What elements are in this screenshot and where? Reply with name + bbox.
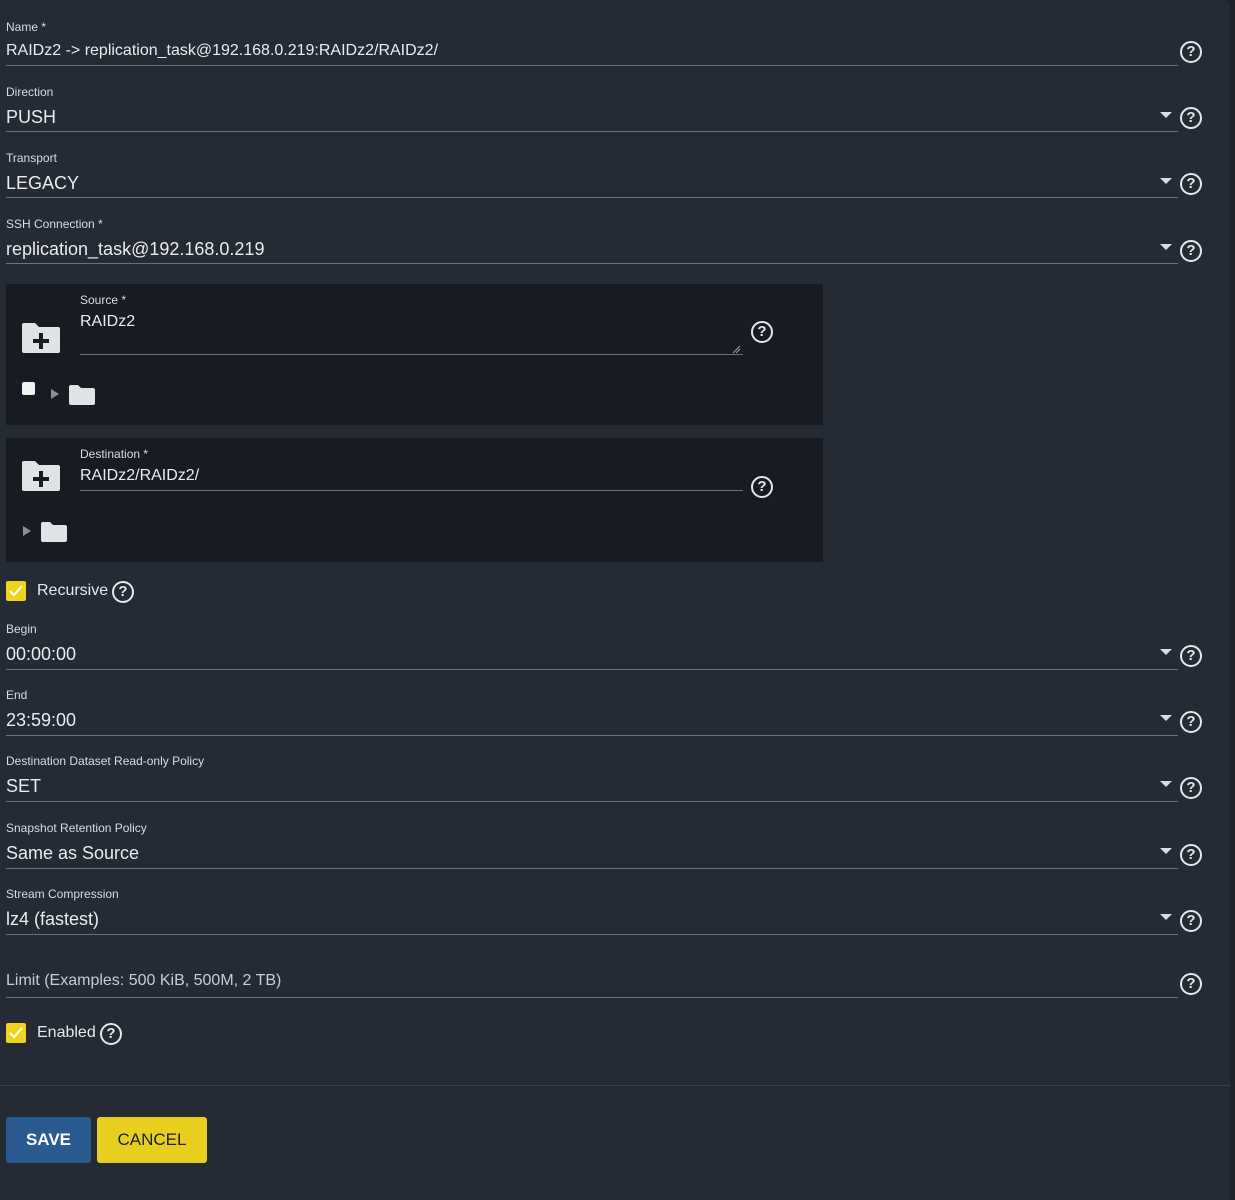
source-underline: [80, 354, 743, 355]
begin-select[interactable]: Begin 00:00:00: [6, 622, 1178, 670]
stream-compression-value: lz4 (fastest): [6, 909, 100, 929]
retention-policy-caret-down-icon[interactable]: [1160, 848, 1172, 854]
transport-value: LEGACY: [6, 173, 80, 193]
direction-caret-down-icon[interactable]: [1160, 112, 1172, 118]
replication-task-form: Name * RAIDz2 -> replication_task@192.16…: [0, 0, 1230, 1200]
readonly-policy-value: SET: [6, 776, 42, 796]
recursive-help-icon[interactable]: ?: [112, 581, 134, 603]
readonly-policy-label: Destination Dataset Read-only Policy: [6, 754, 205, 768]
begin-help-icon[interactable]: ?: [1180, 645, 1202, 667]
begin-value: 00:00:00: [6, 644, 77, 664]
source-panel: Source * RAIDz2 ?: [6, 284, 823, 425]
resize-handle-icon[interactable]: [732, 341, 741, 354]
source-label: Source *: [80, 293, 127, 307]
transport-label: Transport: [6, 151, 57, 165]
name-underline: [6, 65, 1178, 66]
ssh-connection-help-icon[interactable]: ?: [1180, 240, 1202, 262]
readonly-policy-caret-down-icon[interactable]: [1160, 781, 1172, 787]
direction-label: Direction: [6, 85, 54, 99]
folder-icon: [68, 384, 96, 406]
end-help-icon[interactable]: ?: [1180, 711, 1202, 733]
checkmark-icon: [9, 1027, 23, 1039]
end-caret-down-icon[interactable]: [1160, 715, 1172, 721]
transport-caret-down-icon[interactable]: [1160, 178, 1172, 184]
direction-value: PUSH: [6, 107, 57, 127]
transport-select[interactable]: Transport LEGACY: [6, 151, 1178, 199]
ssh-connection-value: replication_task@192.168.0.219: [6, 239, 265, 259]
actions-divider: [0, 1085, 1230, 1086]
recursive-label: Recursive: [37, 582, 109, 599]
enabled-help-icon[interactable]: ?: [100, 1023, 122, 1045]
limit-underline: [6, 997, 1178, 998]
name-field[interactable]: Name * RAIDz2 -> replication_task@192.16…: [6, 20, 1178, 66]
checkmark-icon: [9, 585, 23, 597]
transport-underline: [6, 197, 1178, 198]
triangle-right-icon[interactable]: [23, 526, 31, 536]
enabled-checkbox[interactable]: [6, 1023, 26, 1043]
destination-label: Destination *: [80, 447, 149, 461]
stream-compression-help-icon[interactable]: ?: [1180, 910, 1202, 932]
name-label: Name *: [6, 20, 47, 34]
source-help-icon[interactable]: ?: [751, 321, 773, 343]
folder-icon: [40, 521, 68, 543]
limit-input[interactable]: Limit (Examples: 500 KiB, 500M, 2 TB): [6, 972, 1178, 1000]
retention-policy-underline: [6, 868, 1178, 869]
triangle-right-icon[interactable]: [51, 389, 59, 399]
readonly-policy-help-icon[interactable]: ?: [1180, 777, 1202, 799]
retention-policy-label: Snapshot Retention Policy: [6, 821, 147, 835]
end-underline: [6, 735, 1178, 736]
begin-label: Begin: [6, 622, 37, 636]
end-value: 23:59:00: [6, 710, 77, 730]
folder-plus-icon[interactable]: [21, 460, 61, 492]
readonly-policy-underline: [6, 801, 1178, 802]
end-label: End: [6, 688, 28, 702]
begin-underline: [6, 669, 1178, 670]
end-select[interactable]: End 23:59:00: [6, 688, 1178, 736]
retention-policy-value: Same as Source: [6, 843, 140, 863]
limit-placeholder: Limit (Examples: 500 KiB, 500M, 2 TB): [6, 972, 282, 989]
tree-node-checkbox[interactable]: [22, 382, 35, 395]
transport-help-icon[interactable]: ?: [1180, 173, 1202, 195]
ssh-connection-underline: [6, 263, 1178, 264]
name-input[interactable]: RAIDz2 -> replication_task@192.168.0.219…: [6, 42, 438, 60]
destination-underline: [80, 490, 743, 491]
ssh-connection-caret-down-icon[interactable]: [1160, 244, 1172, 250]
name-help-icon[interactable]: ?: [1180, 41, 1202, 63]
begin-caret-down-icon[interactable]: [1160, 649, 1172, 655]
enabled-label: Enabled: [37, 1024, 96, 1041]
limit-help-icon[interactable]: ?: [1180, 973, 1202, 995]
cancel-button[interactable]: CANCEL: [97, 1117, 207, 1163]
retention-policy-select[interactable]: Snapshot Retention Policy Same as Source: [6, 821, 1178, 869]
recursive-checkbox[interactable]: [6, 581, 26, 601]
stream-compression-caret-down-icon[interactable]: [1160, 914, 1172, 920]
direction-help-icon[interactable]: ?: [1180, 107, 1202, 129]
stream-compression-underline: [6, 934, 1178, 935]
ssh-connection-select[interactable]: SSH Connection * replication_task@192.16…: [6, 217, 1178, 265]
stream-compression-label: Stream Compression: [6, 887, 119, 901]
direction-underline: [6, 131, 1178, 132]
destination-panel: Destination * RAIDz2/RAIDz2/ ?: [6, 438, 823, 562]
stream-compression-select[interactable]: Stream Compression lz4 (fastest): [6, 887, 1178, 935]
destination-help-icon[interactable]: ?: [751, 476, 773, 498]
destination-input[interactable]: RAIDz2/RAIDz2/: [80, 467, 199, 485]
ssh-connection-label: SSH Connection *: [6, 217, 103, 231]
folder-plus-icon[interactable]: [21, 322, 61, 354]
save-button[interactable]: SAVE: [6, 1117, 91, 1163]
source-input[interactable]: RAIDz2: [80, 313, 135, 331]
direction-select[interactable]: Direction PUSH: [6, 85, 1178, 133]
readonly-policy-select[interactable]: Destination Dataset Read-only Policy SET: [6, 754, 1178, 802]
retention-policy-help-icon[interactable]: ?: [1180, 844, 1202, 866]
